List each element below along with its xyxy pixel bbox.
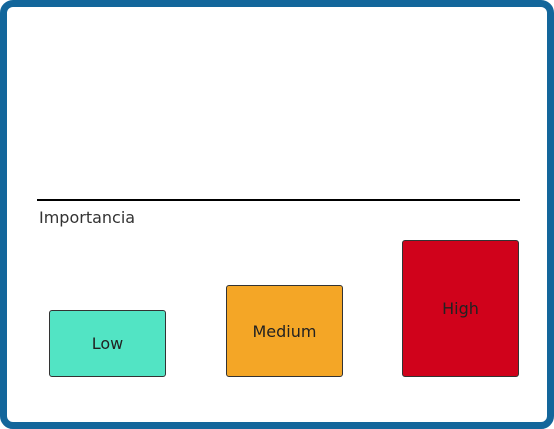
level-box-medium: Medium bbox=[226, 285, 343, 377]
axis-label: Importancia bbox=[39, 208, 136, 227]
level-label-low: Low bbox=[91, 334, 124, 353]
level-label-high: High bbox=[442, 299, 479, 318]
level-label-medium: Medium bbox=[252, 321, 317, 341]
divider-line bbox=[37, 199, 520, 201]
level-box-high: High bbox=[402, 240, 519, 377]
diagram-frame: Importancia Low Medium High bbox=[0, 0, 554, 429]
level-box-low: Low bbox=[49, 310, 166, 377]
